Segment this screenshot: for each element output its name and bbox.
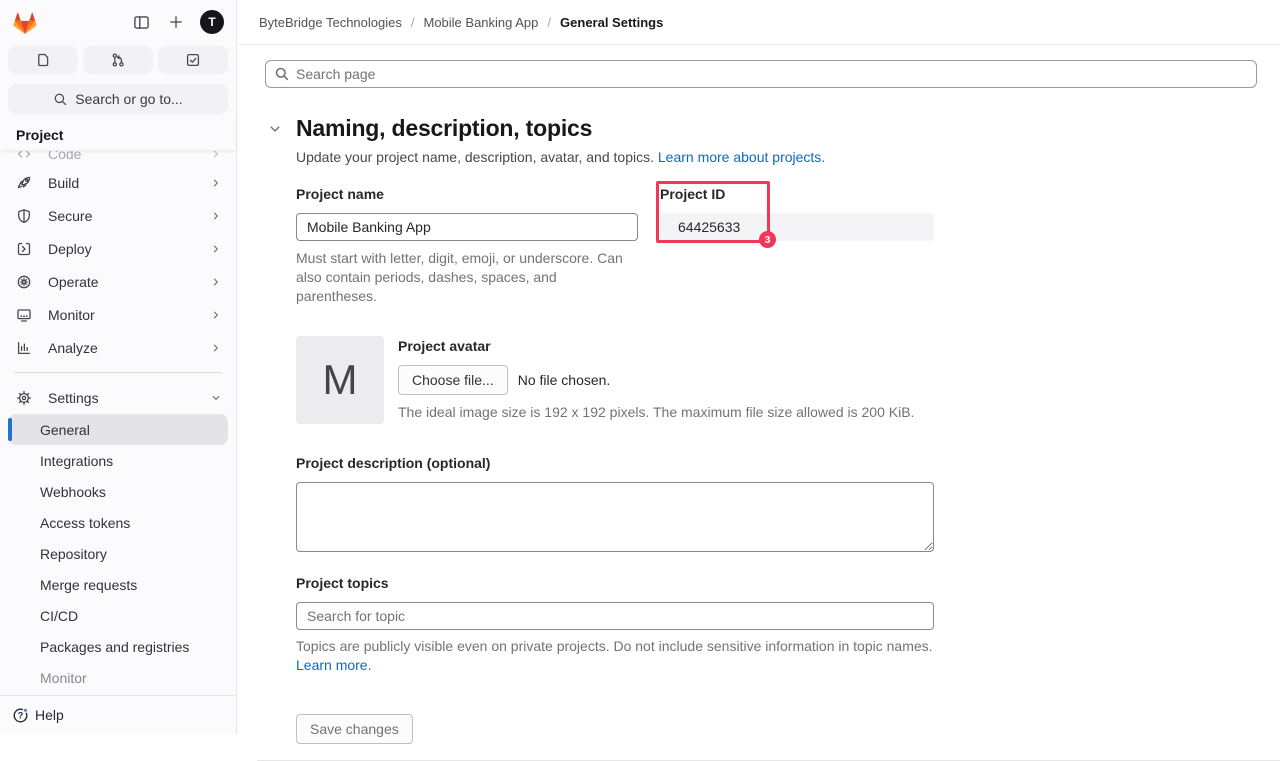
breadcrumb-group[interactable]: ByteBridge Technologies bbox=[259, 15, 402, 30]
chevron-right-icon bbox=[210, 276, 222, 288]
sidebar-item-deploy[interactable]: Deploy bbox=[8, 232, 228, 265]
todo-check-icon bbox=[185, 52, 201, 68]
chevron-right-icon bbox=[210, 243, 222, 255]
sidebar-subitem-integrations[interactable]: Integrations bbox=[8, 445, 228, 476]
sidebar-item-monitor[interactable]: Monitor bbox=[8, 298, 228, 331]
sidebar-item-secure[interactable]: Secure bbox=[8, 199, 228, 232]
issues-icon bbox=[35, 52, 51, 68]
issues-shortcut-button[interactable] bbox=[8, 46, 78, 74]
sidebar-top-bar: T bbox=[0, 0, 236, 44]
settings-submenu: General Integrations Webhooks Access tok… bbox=[0, 414, 236, 693]
breadcrumb: ByteBridge Technologies / Mobile Banking… bbox=[238, 0, 1280, 45]
sidebar-nav: Code Build Secure Deploy Operate Monitor bbox=[0, 150, 236, 695]
chevron-right-icon bbox=[210, 210, 222, 222]
sidebar-subitem-general[interactable]: General bbox=[8, 414, 228, 445]
page-search-input[interactable] bbox=[265, 60, 1257, 88]
sidebar-subitem-merge-requests[interactable]: Merge requests bbox=[8, 569, 228, 600]
help-label: Help bbox=[35, 707, 64, 723]
todo-shortcut-button[interactable] bbox=[158, 46, 228, 74]
project-id-field: 64425633 bbox=[660, 213, 934, 241]
sidebar-subitem-webhooks[interactable]: Webhooks bbox=[8, 476, 228, 507]
sidebar-subitem-repository[interactable]: Repository bbox=[8, 538, 228, 569]
no-file-chosen-text: No file chosen. bbox=[518, 372, 611, 388]
chevron-right-icon bbox=[210, 177, 222, 189]
breadcrumb-separator: / bbox=[547, 15, 551, 30]
breadcrumb-current-page: General Settings bbox=[560, 15, 663, 30]
search-or-go-to[interactable]: Search or go to... bbox=[8, 84, 228, 114]
sidebar-subitem-monitor[interactable]: Monitor bbox=[8, 662, 228, 693]
chart-icon bbox=[16, 340, 32, 356]
help-menu[interactable]: ? Help bbox=[12, 704, 224, 726]
project-avatar-preview: M bbox=[296, 336, 384, 424]
sidebar-shortcuts bbox=[8, 46, 228, 74]
section-title: Naming, description, topics bbox=[296, 115, 592, 142]
monitor-icon bbox=[16, 307, 32, 323]
sidebar-subitem-access-tokens[interactable]: Access tokens bbox=[8, 507, 228, 538]
code-icon bbox=[16, 151, 32, 162]
chevron-right-icon bbox=[210, 342, 222, 354]
gear-icon bbox=[16, 390, 32, 406]
gitlab-logo-icon[interactable] bbox=[12, 10, 38, 35]
topics-help-text: Topics are publicly visible even on priv… bbox=[296, 637, 934, 675]
main-content: ByteBridge Technologies / Mobile Banking… bbox=[238, 0, 1280, 734]
help-icon: ? bbox=[12, 707, 29, 724]
project-id-label: Project ID bbox=[660, 186, 934, 202]
search-or-go-to-label: Search or go to... bbox=[75, 91, 182, 107]
sidebar-divider bbox=[14, 372, 222, 373]
svg-text:?: ? bbox=[18, 710, 24, 720]
project-description-textarea[interactable] bbox=[296, 482, 934, 552]
sidebar-context-title: Project bbox=[0, 114, 236, 150]
topics-learn-more-link[interactable]: Learn more. bbox=[296, 657, 371, 673]
project-topics-label: Project topics bbox=[296, 575, 934, 591]
search-icon bbox=[53, 92, 68, 107]
merge-requests-shortcut-button[interactable] bbox=[83, 46, 153, 74]
chevron-down-icon bbox=[210, 392, 222, 404]
create-new-icon[interactable] bbox=[165, 11, 187, 33]
merge-request-icon bbox=[110, 52, 126, 68]
sidebar-subitem-packages[interactable]: Packages and registries bbox=[8, 631, 228, 662]
deploy-icon bbox=[16, 241, 32, 257]
breadcrumb-separator: / bbox=[411, 15, 415, 30]
user-avatar[interactable]: T bbox=[200, 10, 224, 34]
sidebar-item-build[interactable]: Build bbox=[8, 166, 228, 199]
sidebar-footer: ? Help bbox=[0, 695, 236, 734]
sidebar-subitem-cicd[interactable]: CI/CD bbox=[8, 600, 228, 631]
avatar-help-text: The ideal image size is 192 x 192 pixels… bbox=[398, 404, 914, 420]
project-name-help: Must start with letter, digit, emoji, or… bbox=[296, 249, 638, 306]
project-name-label: Project name bbox=[296, 186, 638, 202]
save-changes-button[interactable]: Save changes bbox=[296, 714, 413, 744]
project-avatar-label: Project avatar bbox=[398, 338, 914, 354]
section-subtitle: Update your project name, description, a… bbox=[296, 149, 1280, 165]
search-icon bbox=[274, 66, 290, 82]
sidebar-item-code-clipped[interactable]: Code bbox=[0, 151, 236, 166]
section-collapse-chevron-down-icon[interactable] bbox=[268, 122, 282, 136]
project-name-input[interactable] bbox=[296, 213, 638, 241]
project-topics-input[interactable] bbox=[296, 602, 934, 630]
shield-icon bbox=[16, 208, 32, 224]
project-description-label: Project description (optional) bbox=[296, 455, 934, 471]
sidebar-item-settings[interactable]: Settings bbox=[8, 381, 228, 414]
learn-more-projects-link[interactable]: Learn more about projects. bbox=[658, 149, 825, 165]
chevron-right-icon bbox=[210, 151, 222, 160]
naming-form: Project name Must start with letter, dig… bbox=[296, 186, 934, 744]
sidebar-item-operate[interactable]: Operate bbox=[8, 265, 228, 298]
breadcrumb-project[interactable]: Mobile Banking App bbox=[423, 15, 538, 30]
rocket-icon bbox=[16, 175, 32, 191]
active-indicator bbox=[8, 418, 12, 441]
sidebar: T Search or go to... Project Code Build bbox=[0, 0, 237, 734]
choose-file-button[interactable]: Choose file... bbox=[398, 365, 508, 395]
sidebar-item-analyze[interactable]: Analyze bbox=[8, 331, 228, 364]
chevron-right-icon bbox=[210, 309, 222, 321]
operate-globe-icon bbox=[16, 274, 32, 290]
collapse-sidebar-icon[interactable] bbox=[130, 11, 152, 33]
